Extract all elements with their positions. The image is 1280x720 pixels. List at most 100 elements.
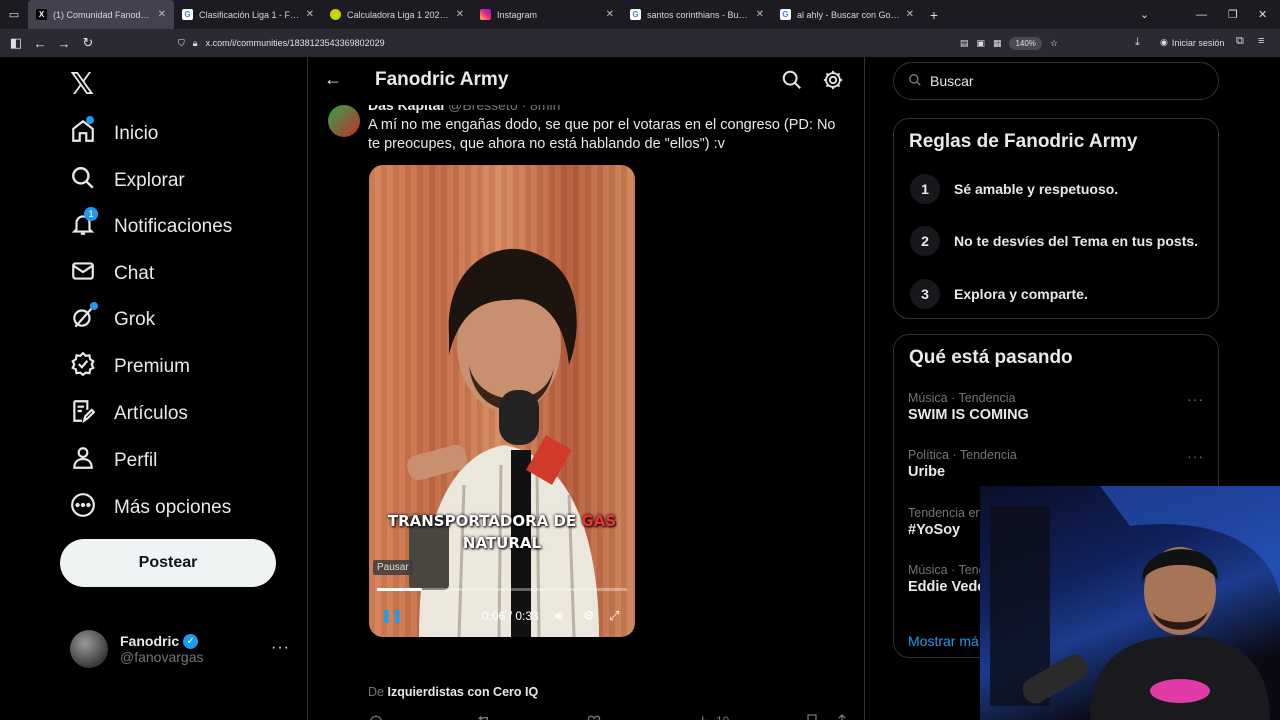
tab-4[interactable]: Instagram ✕ bbox=[472, 0, 622, 29]
screenshot-icon[interactable]: ▣ bbox=[976, 38, 985, 49]
zoom-level[interactable]: 140% bbox=[1009, 36, 1042, 50]
shield-icon: ⛉ bbox=[178, 37, 185, 48]
close-window-icon[interactable]: ✕ bbox=[1258, 0, 1267, 29]
nav-label: Explorar bbox=[114, 170, 185, 191]
search-input[interactable]: Buscar bbox=[893, 62, 1219, 100]
views-button[interactable]: 10 bbox=[696, 713, 729, 720]
video-caption: TRANSPORTADORA DE GAS NATURAL bbox=[387, 512, 617, 552]
notification-badge: 1 bbox=[84, 207, 98, 221]
more-dots-icon[interactable]: ··· bbox=[1187, 391, 1204, 407]
tab-2[interactable]: G Clasificación Liga 1 - Fútbol/Pe... ✕ bbox=[174, 0, 322, 29]
nav-item-premium[interactable]: Premium bbox=[70, 347, 190, 387]
settings-gear-icon[interactable]: ⚙ bbox=[583, 608, 595, 624]
nav-label: Grok bbox=[114, 309, 156, 330]
x-logo-icon[interactable]: 𝕏 bbox=[70, 67, 94, 102]
url-text: x.com/i/communities/1838123543369802029 bbox=[205, 38, 385, 48]
video-progress-bar[interactable] bbox=[377, 588, 627, 591]
close-tab-icon[interactable]: ✕ bbox=[158, 9, 166, 20]
close-tab-icon[interactable]: ✕ bbox=[906, 9, 914, 20]
signin-button[interactable]: ◉ Iniciar sesión bbox=[1160, 37, 1224, 48]
google-favicon-icon: G bbox=[780, 9, 791, 20]
close-tab-icon[interactable]: ✕ bbox=[456, 9, 464, 20]
close-tab-icon[interactable]: ✕ bbox=[306, 9, 314, 20]
video-controls: ❚❚ 0:06 / 0:33 🔊︎ ⚙ ⤢ bbox=[369, 601, 635, 631]
video-source-link[interactable]: Izquierdistas con Cero IQ bbox=[387, 685, 538, 699]
nav-item-perfil[interactable]: Perfil bbox=[70, 441, 157, 481]
webcam-overlay bbox=[980, 486, 1280, 720]
tab-title: Instagram bbox=[497, 9, 538, 20]
tab-title: santos corinthians - Buscar con... bbox=[647, 9, 750, 20]
nav-item-explorar[interactable]: Explorar bbox=[70, 161, 185, 201]
nav-item-notificaciones[interactable]: 1 Notificaciones bbox=[70, 207, 232, 247]
reply-icon[interactable] bbox=[368, 713, 384, 720]
video-source: De Izquierdistas con Cero IQ bbox=[368, 685, 539, 699]
account-icon: ◉ bbox=[1160, 37, 1168, 47]
calc-favicon-icon bbox=[330, 9, 341, 20]
video-player[interactable]: TRANSPORTADORA DE GAS NATURAL Pausar ❚❚ … bbox=[369, 165, 635, 637]
tab-title: (1) Comunidad Fanodric Ar... bbox=[53, 9, 152, 20]
main-column: ← Fanodric Army Das Kapital @Bresseto · … bbox=[307, 57, 865, 720]
tweet-actions: 10 bbox=[368, 713, 858, 720]
tab-6[interactable]: G al ahly - Buscar con Google ✕ bbox=[772, 0, 922, 29]
tab-1[interactable]: X (1) Comunidad Fanodric Ar... ✕ bbox=[28, 0, 174, 29]
community-rules-card: Reglas de Fanodric Army 1 Sé amable y re… bbox=[893, 118, 1219, 319]
minimize-icon[interactable]: — bbox=[1196, 0, 1207, 29]
sidebar-toggle-icon[interactable]: ◧ bbox=[4, 35, 28, 51]
nav-item-inicio[interactable]: Inicio bbox=[70, 114, 158, 154]
pause-icon[interactable]: ❚❚ bbox=[381, 608, 403, 624]
like-heart-icon[interactable] bbox=[586, 713, 602, 720]
fullscreen-icon[interactable]: ⤢ bbox=[609, 608, 619, 624]
search-icon[interactable] bbox=[781, 69, 803, 91]
video-frame-person bbox=[407, 248, 599, 637]
close-tab-icon[interactable]: ✕ bbox=[606, 9, 614, 20]
search-icon bbox=[908, 73, 922, 90]
close-tab-icon[interactable]: ✕ bbox=[756, 9, 764, 20]
new-tab-icon[interactable]: + bbox=[922, 7, 946, 23]
trend-item[interactable]: Música · Tendencia SWIM IS COMING ··· bbox=[908, 391, 1204, 423]
more-dots-icon[interactable]: ··· bbox=[1187, 448, 1204, 464]
browser-nav-bar: ◧ ← → ↻ ⛉ 🔒︎ x.com/i/communities/1838123… bbox=[0, 29, 1280, 57]
picture-icon[interactable]: ▦ bbox=[993, 38, 1002, 49]
nav-label: Premium bbox=[114, 356, 191, 377]
forward-icon[interactable]: → bbox=[52, 36, 76, 51]
share-icon[interactable] bbox=[834, 713, 850, 720]
address-bar[interactable]: ⛉ 🔒︎ x.com/i/communities/183812354336980… bbox=[178, 32, 1058, 54]
premium-icon bbox=[70, 351, 96, 383]
reader-icon[interactable]: ▤ bbox=[960, 38, 969, 49]
avatar[interactable] bbox=[328, 105, 360, 137]
back-icon[interactable]: ← bbox=[28, 36, 52, 51]
nav-label: Inicio bbox=[114, 123, 159, 144]
profile-handle: @fanovargas bbox=[120, 649, 204, 665]
views-count: 10 bbox=[716, 714, 729, 720]
nav-item-articulos[interactable]: Artículos bbox=[70, 394, 188, 434]
bookmark-icon[interactable] bbox=[804, 713, 820, 720]
nav-label: Más opciones bbox=[114, 497, 232, 518]
home-icon bbox=[70, 116, 96, 150]
verified-badge-icon: ✓ bbox=[183, 633, 199, 649]
tab-3[interactable]: Calculadora Liga 1 2026: tabla d... ✕ bbox=[322, 0, 472, 29]
extensions-icon[interactable]: ⧉ bbox=[1236, 35, 1244, 48]
nav-item-grok[interactable]: Grok bbox=[70, 300, 155, 340]
reload-icon[interactable]: ↻ bbox=[76, 35, 100, 51]
profile-name: Fanodric bbox=[120, 633, 180, 649]
more-dots-icon[interactable]: ··· bbox=[271, 639, 290, 657]
show-more-link[interactable]: Mostrar má bbox=[908, 633, 979, 649]
post-button[interactable]: Postear bbox=[60, 539, 276, 587]
nav-item-chat[interactable]: Chat bbox=[70, 254, 154, 294]
bookmark-star-icon[interactable]: ☆ bbox=[1050, 38, 1058, 49]
nav-item-mas-opciones[interactable]: Más opciones bbox=[70, 488, 231, 528]
download-icon[interactable]: ⤓ bbox=[1135, 36, 1140, 49]
account-switcher[interactable]: Fanodric ✓ @fanovargas ··· bbox=[70, 627, 290, 671]
trend-item[interactable]: Política · Tendencia Uribe ··· bbox=[908, 448, 1204, 480]
google-favicon-icon: G bbox=[182, 9, 193, 20]
person-icon bbox=[70, 445, 96, 477]
gear-icon[interactable] bbox=[822, 69, 844, 91]
tab-5[interactable]: G santos corinthians - Buscar con... ✕ bbox=[622, 0, 772, 29]
menu-icon[interactable]: ≡ bbox=[1258, 35, 1264, 47]
back-arrow-icon[interactable]: ← bbox=[324, 69, 342, 90]
restore-icon[interactable]: ❐ bbox=[1228, 0, 1238, 29]
tab-list-icon[interactable]: ▭ bbox=[0, 8, 28, 21]
tab-overflow-chevron-icon[interactable]: ⌄ bbox=[1140, 0, 1149, 29]
volume-icon[interactable]: 🔊︎ bbox=[555, 608, 563, 624]
retweet-icon[interactable] bbox=[476, 713, 492, 720]
